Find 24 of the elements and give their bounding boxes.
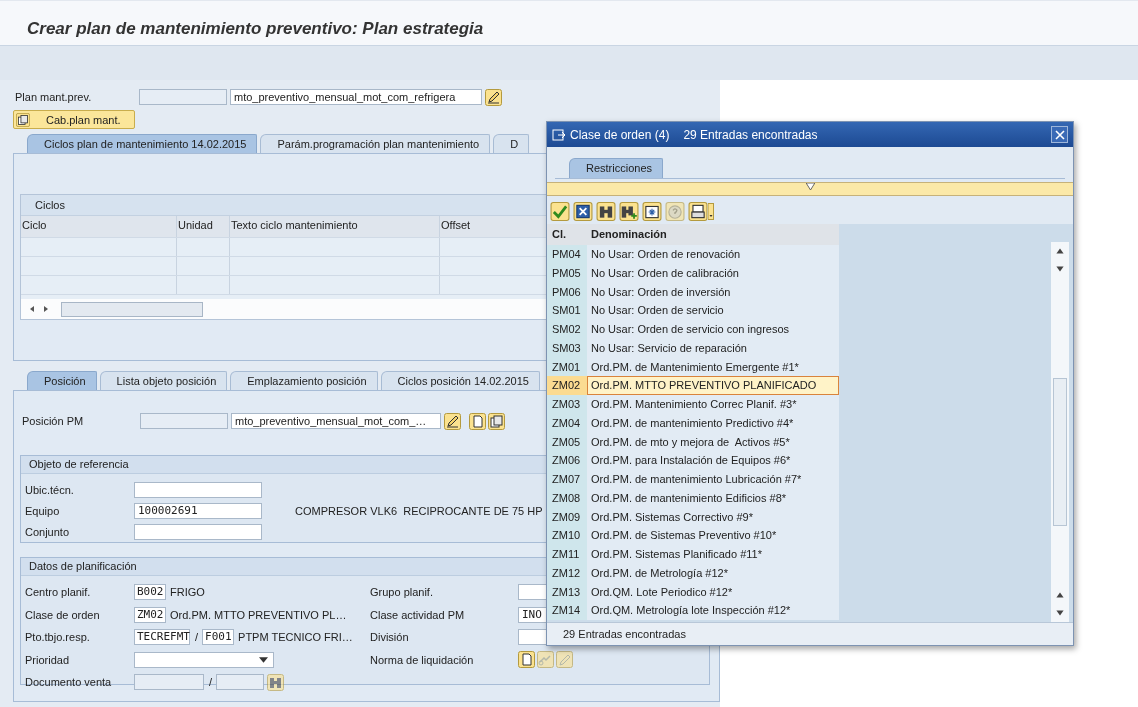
field-label: Clase de orden xyxy=(24,608,101,621)
field-label: Clase actividad PM xyxy=(369,608,466,621)
separator-text: / xyxy=(209,676,213,689)
field-label: Pto.tbjo.resp. xyxy=(24,631,91,644)
field-label: Plan mant.prev. xyxy=(14,91,93,103)
field-label: Ubic.técn. xyxy=(24,483,75,496)
dialog-title: Clase de orden (4) xyxy=(570,127,670,142)
field-label: Norma de liquidación xyxy=(369,653,475,666)
value-description: Ord.PM. MTTO PREVENTIVO PL… xyxy=(170,608,347,621)
field-label: Prioridad xyxy=(24,653,71,666)
separator-text: / xyxy=(195,631,199,644)
equipment-description: COMPRESOR VLK6 RECIPROCANTE DE 75 HP xyxy=(295,504,543,517)
status-text: 29 Entradas encontradas xyxy=(563,628,686,640)
field-label: Grupo planif. xyxy=(369,586,434,599)
field-label: Centro planif. xyxy=(24,586,92,599)
field-label: Conjunto xyxy=(24,525,71,538)
field-label: Posición PM xyxy=(21,415,85,427)
dialog-subtitle: 29 Entradas encontradas xyxy=(683,127,818,142)
field-label: Equipo xyxy=(24,504,61,517)
value-description: PTPM TECNICO FRI… xyxy=(238,631,353,644)
field-label: División xyxy=(369,631,410,644)
window-title: Crear plan de mantenimiento preventivo: Plan estrategia xyxy=(27,19,484,39)
value-description: FRIGO xyxy=(170,586,205,599)
field-label: Documento venta xyxy=(24,676,113,689)
